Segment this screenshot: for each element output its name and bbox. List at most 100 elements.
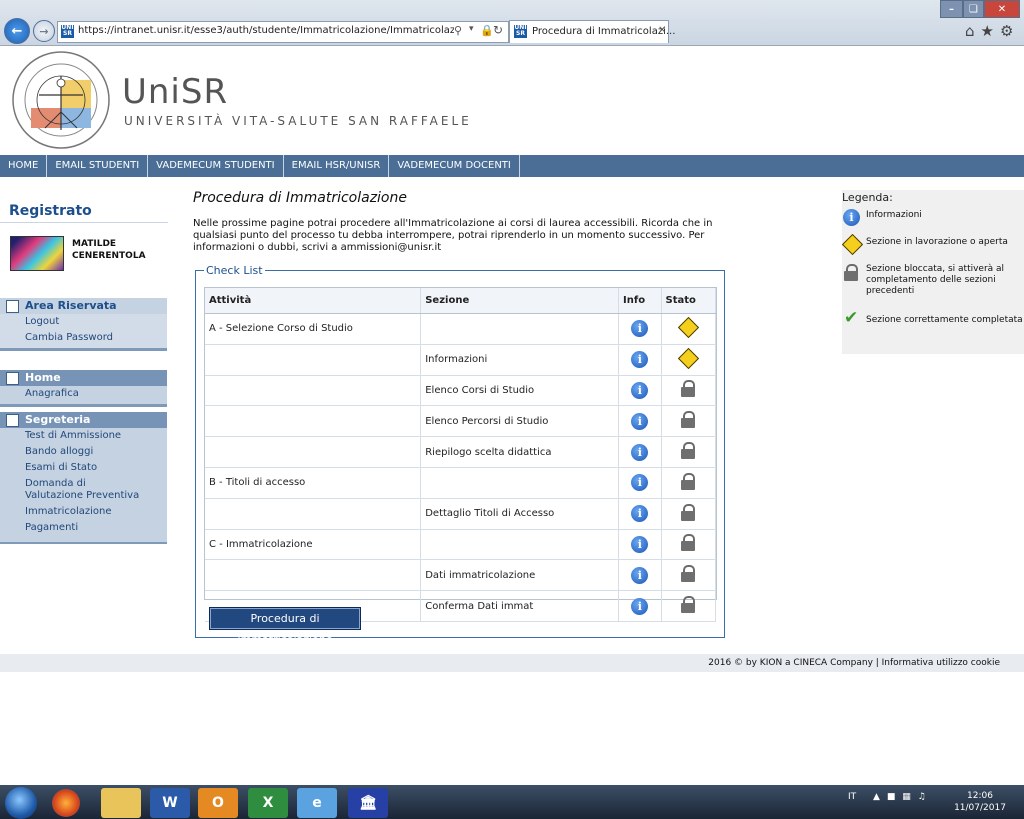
info-icon[interactable]: i [631, 505, 649, 523]
back-arrow-icon[interactable]: ← [4, 18, 30, 44]
sidebar-item-anagrafica[interactable]: Anagrafica [0, 386, 167, 404]
checkbox-icon [6, 372, 19, 385]
info-icon[interactable]: i [631, 320, 649, 338]
system-tray: IT ▲ ■ ▦ ♫ [848, 792, 926, 802]
segreteria-header[interactable]: Segreteria [0, 412, 167, 428]
padlock-icon [681, 503, 696, 521]
sidebar-item-valutazione-preventiva[interactable]: Domanda di Valutazione Preventiva [0, 476, 145, 504]
word-icon[interactable]: W [150, 788, 190, 818]
avatar [10, 236, 64, 271]
forward-arrow-icon[interactable]: → [33, 20, 55, 42]
menu-email-hsr[interactable]: EMAIL HSR/UNISR [284, 155, 390, 177]
outlook-icon[interactable]: O [198, 788, 238, 818]
favorites-star-icon[interactable]: ★ [981, 22, 1000, 40]
clock-time: 12:06 [967, 791, 993, 801]
menu-home[interactable]: HOME [0, 155, 48, 177]
segreteria-panel: Segreteria Test di Ammissione Bando allo… [0, 412, 167, 544]
table-row: A - Selezione Corso di Studio i [205, 313, 717, 345]
attivita-cell: C - Immatricolazione [205, 529, 422, 561]
col-attivita: Attività [205, 288, 422, 314]
maximize-icon[interactable]: ❏ [962, 0, 984, 18]
site-favicon-icon: UNI SR [61, 24, 74, 38]
address-text: https://intranet.unisr.it/esse3/auth/stu… [78, 25, 454, 36]
home-icon[interactable]: ⌂ [965, 22, 981, 40]
tab-title: Procedura di Immatricolazi... [532, 26, 676, 37]
minimize-icon[interactable]: – [940, 0, 963, 18]
sidebar-item-bando-alloggi[interactable]: Bando alloggi [0, 444, 167, 460]
sidebar-item-logout[interactable]: Logout [0, 314, 167, 330]
stato-cell [661, 529, 717, 561]
close-window-icon[interactable]: ✕ [983, 0, 1020, 18]
close-tab-icon[interactable]: ✕ [658, 25, 666, 36]
intro-text: Nelle prossime pagine potrai procedere a… [193, 218, 713, 253]
clock[interactable]: 12:06 11/07/2017 [948, 790, 1012, 814]
sidebar-item-test-ammissione[interactable]: Test di Ammissione [0, 428, 167, 444]
footer-text: 2016 © by KION a CINECA Company | Inform… [708, 658, 1000, 668]
attivita-cell: A - Selezione Corso di Studio [205, 313, 422, 345]
sezione-cell [420, 313, 620, 345]
segreteria-title: Segreteria [25, 413, 91, 426]
internet-explorer-icon[interactable]: e [297, 788, 337, 818]
menu-vademecum-docenti[interactable]: VADEMECUM DOCENTI [389, 155, 520, 177]
checkbox-icon [6, 414, 19, 427]
browser-tab[interactable]: UNI SR Procedura di Immatricolazi... ✕ [509, 20, 675, 43]
firefox-icon[interactable] [52, 789, 80, 817]
info-icon[interactable]: i [631, 597, 649, 615]
refresh-icon[interactable]: ↻ [493, 23, 503, 37]
sezione-cell: Conferma Dati immat [420, 590, 620, 622]
university-app-icon[interactable]: 🏛 [348, 788, 388, 818]
user-name: MATILDE CENERENTOLA [72, 238, 146, 262]
sezione-cell: Informazioni [420, 344, 620, 376]
table-header-row: Attività Sezione Info Stato [205, 288, 717, 314]
volume-icon[interactable]: ♫ [918, 792, 926, 802]
info-icon[interactable]: i [631, 351, 649, 369]
menu-email-studenti[interactable]: EMAIL STUDENTI [47, 155, 149, 177]
sezione-cell: Riepilogo scelta didattica [420, 436, 620, 468]
info-cell: i [618, 467, 662, 499]
sidebar-item-cambia-password[interactable]: Cambia Password [0, 330, 167, 348]
stato-cell [661, 498, 717, 530]
info-cell: i [618, 590, 662, 622]
info-icon[interactable]: i [631, 535, 649, 553]
user-first-name: MATILDE [72, 239, 117, 249]
tray-app-icon[interactable]: ■ [887, 792, 896, 802]
sidebar-item-immatricolazione[interactable]: Immatricolazione [0, 504, 167, 520]
language-indicator[interactable]: IT [848, 792, 856, 802]
area-riservata-header[interactable]: Area Riservata [0, 298, 167, 314]
dropdown-icon[interactable]: ▾ [469, 24, 474, 34]
table-row: Elenco Corsi di Studio i [205, 375, 717, 407]
excel-icon[interactable]: X [248, 788, 288, 818]
network-icon[interactable]: ▦ [902, 792, 911, 802]
settings-gear-icon[interactable]: ⚙ [1000, 22, 1019, 40]
sidebar-item-pagamenti[interactable]: Pagamenti [0, 520, 167, 542]
table-row: Dettaglio Titoli di Accesso i [205, 498, 717, 530]
main-menu: HOME EMAIL STUDENTI VADEMECUM STUDENTI E… [0, 155, 1024, 177]
info-icon[interactable]: i [631, 443, 649, 461]
sidebar-item-esami-stato[interactable]: Esami di Stato [0, 460, 167, 476]
info-icon[interactable]: i [631, 474, 649, 492]
padlock-icon [681, 442, 696, 460]
stato-cell [661, 559, 717, 592]
checkbox-icon [6, 300, 19, 313]
info-icon: i [843, 209, 860, 226]
legend-panel: Legenda: i Informazioni Sezione in lavor… [841, 190, 1024, 354]
file-explorer-icon[interactable] [101, 788, 141, 818]
procedura-button[interactable]: Procedura di Immatricolazione [209, 607, 361, 646]
address-bar[interactable]: UNI SR https://intranet.unisr.it/esse3/au… [57, 21, 509, 43]
windows-start-icon[interactable] [5, 787, 37, 819]
home-header[interactable]: Home [0, 370, 167, 386]
menu-vademecum-studenti[interactable]: VADEMECUM STUDENTI [148, 155, 284, 177]
tray-arrow-icon[interactable]: ▲ [873, 792, 880, 802]
padlock-icon [844, 264, 858, 281]
stato-cell [661, 344, 717, 376]
info-icon[interactable]: i [631, 381, 649, 399]
search-icon[interactable]: ⚲ [454, 24, 462, 37]
sezione-cell: Elenco Corsi di Studio [420, 375, 620, 407]
attivita-cell [205, 375, 422, 407]
info-icon[interactable]: i [631, 566, 649, 584]
attivita-cell [205, 559, 422, 592]
table-row: Informazioni i [205, 344, 717, 376]
home-panel: Home Anagrafica [0, 370, 167, 407]
brand-subtitle: UNIVERSITÀ VITA-SALUTE SAN RAFFAELE [124, 114, 472, 128]
info-icon[interactable]: i [631, 412, 649, 430]
